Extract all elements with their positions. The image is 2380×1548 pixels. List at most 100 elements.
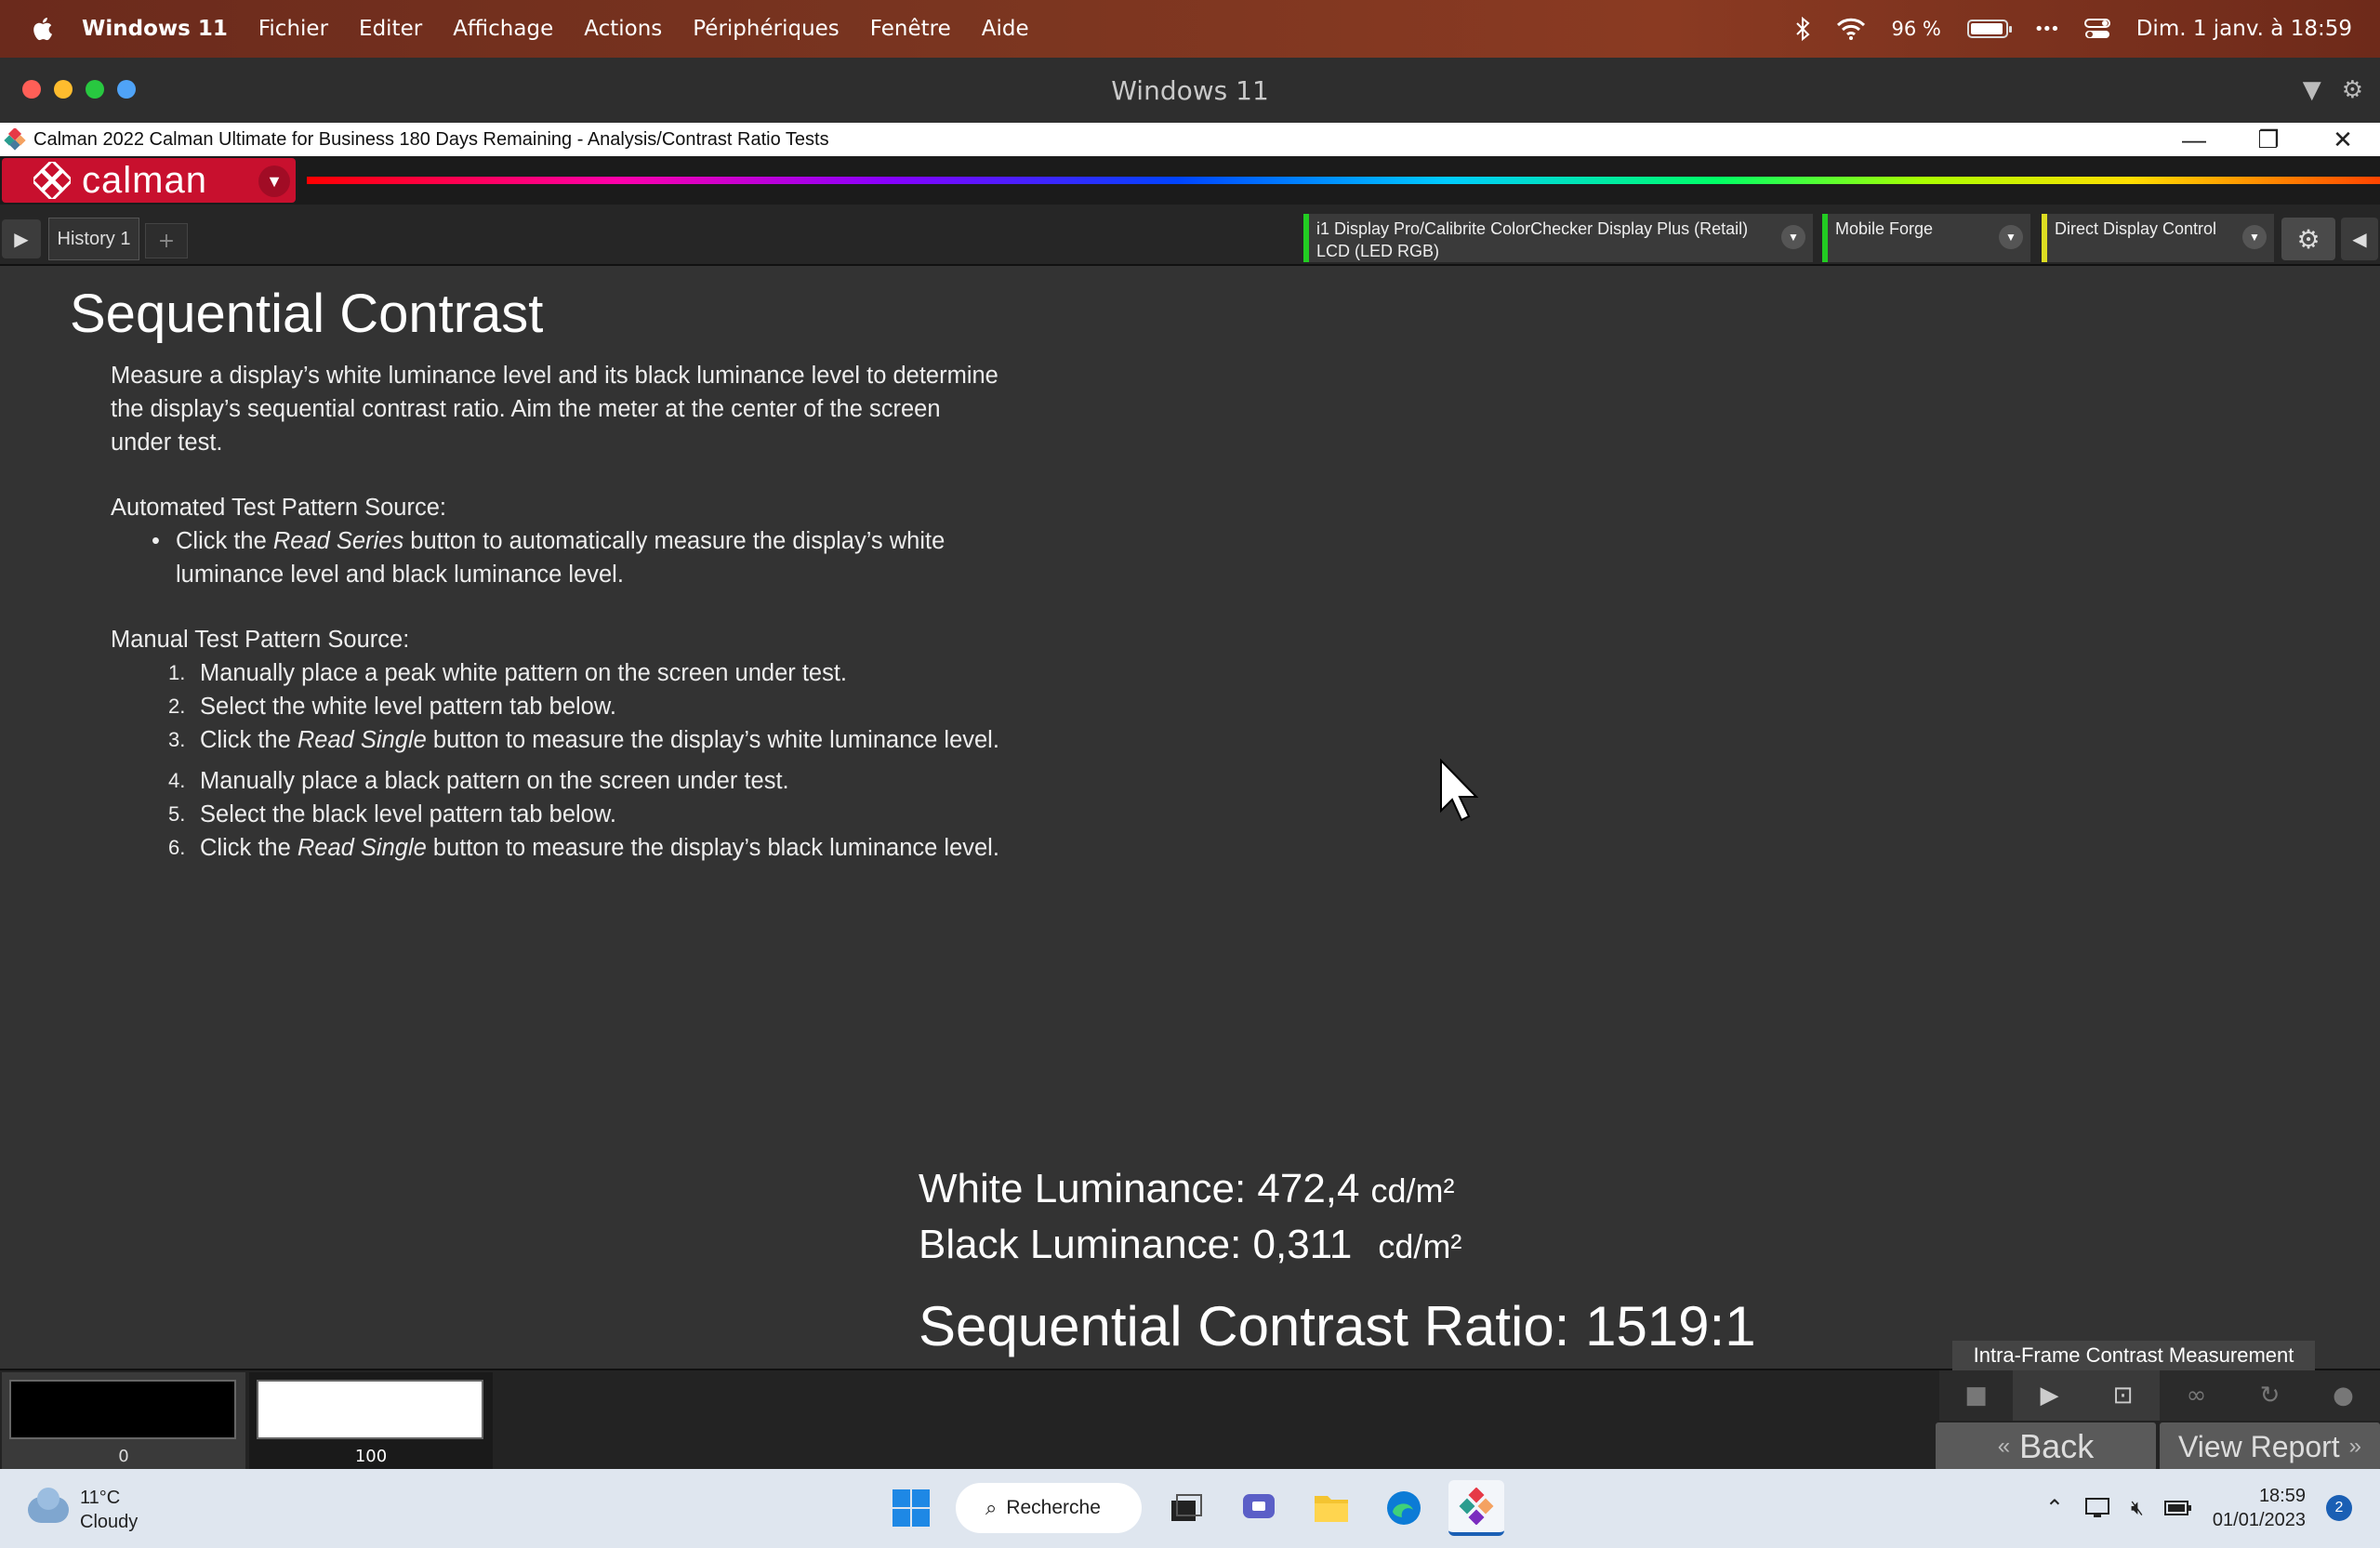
read-series-play-icon[interactable]: ▶	[2013, 1370, 2086, 1421]
folder-glyph	[1315, 1496, 1348, 1522]
menu-affichage[interactable]: Affichage	[453, 17, 553, 41]
clock-date: 01/01/2023	[2212, 1510, 2306, 1530]
chevron-down-icon[interactable]: ▼	[1999, 225, 2023, 249]
back-button[interactable]: « Back	[1936, 1422, 2156, 1471]
text-segment: button to measure the display’s white lu…	[426, 727, 999, 753]
menu-fichier[interactable]: Fichier	[258, 17, 328, 41]
restore-app-button[interactable]: ❐	[2231, 123, 2306, 156]
file-explorer-icon[interactable]	[1303, 1480, 1359, 1536]
task-view-icon[interactable]	[1158, 1480, 1214, 1536]
white-luminance-value: White Luminance: 472,4	[919, 1166, 1360, 1211]
page-title: Sequential Contrast	[70, 284, 544, 344]
more-icon[interactable]: •••	[2034, 20, 2060, 39]
text-segment: Click the	[200, 835, 298, 861]
measurement-controls: ■ ▶ ⊡ ∞ ↻ ●	[1939, 1370, 2380, 1421]
double-chevron-left-icon: «	[1997, 1434, 2011, 1459]
battery-icon[interactable]	[1966, 20, 2012, 38]
taskbar-clock[interactable]: 18:59 01/01/2023	[2213, 1484, 2306, 1532]
muted-speaker-icon[interactable]: 🔇︎	[2131, 1496, 2144, 1520]
start-button[interactable]	[883, 1480, 939, 1536]
swatch-label: 100	[354, 1447, 388, 1466]
macos-menubar: Windows 11 Fichier Editer Affichage Acti…	[0, 0, 2380, 58]
minimize-app-button[interactable]: —	[2157, 123, 2231, 156]
collapse-panel-button[interactable]: ◀	[2341, 218, 2378, 260]
taskbar-search[interactable]: ⌕ Recherche	[956, 1483, 1142, 1533]
display-control-selector[interactable]: Direct Display Control ▼	[2042, 214, 2274, 262]
read-single-icon[interactable]: ⊡	[2086, 1370, 2160, 1421]
fullscreen-window-button[interactable]	[117, 80, 136, 99]
network-icon[interactable]	[2084, 1497, 2110, 1519]
weather-temp: 11°C	[80, 1488, 121, 1508]
control-center-icon[interactable]	[2083, 18, 2110, 40]
wifi-icon[interactable]	[1836, 18, 1866, 40]
filter-dropdown-icon[interactable]: ▼	[2303, 76, 2321, 104]
text-segment: button to measure the display’s black lu…	[426, 835, 999, 861]
menu-app-name[interactable]: Windows 11	[82, 17, 228, 41]
edge-glyph	[1387, 1491, 1421, 1525]
continuous-read-icon[interactable]: ∞	[2160, 1370, 2233, 1421]
calman-logo-menu[interactable]: calman ▼	[2, 158, 296, 203]
chevron-down-icon[interactable]: ▼	[1781, 225, 1805, 249]
calman-logo-text: calman	[82, 159, 207, 201]
menu-actions[interactable]: Actions	[584, 17, 662, 41]
record-icon[interactable]: ●	[2307, 1370, 2380, 1421]
menu-peripheriques[interactable]: Périphériques	[693, 17, 840, 41]
close-window-button[interactable]	[22, 80, 41, 99]
list-item: 2. Select the white level pattern tab bel…	[168, 690, 1003, 723]
menu-editer[interactable]: Editer	[359, 17, 422, 41]
chevron-down-icon[interactable]: ▼	[2242, 225, 2267, 249]
battery-tray-icon[interactable]	[2163, 1500, 2192, 1516]
zoom-window-button[interactable]	[86, 80, 104, 99]
windows-logo-icon	[892, 1489, 930, 1527]
tab-history-1[interactable]: History 1	[48, 218, 139, 260]
search-label: Recherche	[1006, 1497, 1101, 1518]
pattern-tab-black[interactable]: 0	[2, 1372, 245, 1469]
settings-gear-icon[interactable]: ⚙	[2342, 76, 2363, 104]
refresh-icon[interactable]: ↻	[2233, 1370, 2307, 1421]
navigation-buttons: « Back View Report »	[1936, 1422, 2380, 1471]
calman-header: calman ▼	[0, 156, 2380, 205]
logo-dropdown-icon[interactable]: ▼	[258, 165, 290, 197]
weather-condition: Cloudy	[80, 1512, 139, 1532]
add-tab-button[interactable]: +	[145, 223, 188, 258]
chevron-up-icon[interactable]: ⌃	[2045, 1495, 2064, 1522]
list-item: 4. Manually place a black pattern on the …	[168, 764, 1003, 798]
step-number: 6.	[168, 836, 186, 859]
text-segment: Manually place a black pattern on the sc…	[200, 768, 789, 794]
text-segment: Click the	[200, 727, 298, 753]
pattern-tab-white[interactable]: 100	[249, 1372, 493, 1469]
edge-browser-icon[interactable]	[1376, 1480, 1432, 1536]
weather-widget[interactable]: 11°C Cloudy	[28, 1486, 138, 1534]
rainbow-bar	[307, 177, 2380, 184]
close-app-button[interactable]: ✕	[2306, 123, 2380, 156]
list-item: 3. Click the Read Single button to measur…	[168, 723, 1003, 757]
chat-glyph	[1243, 1494, 1275, 1518]
pattern-generator-selector[interactable]: Mobile Forge ▼	[1822, 214, 2030, 262]
black-luminance-value: Black Luminance: 0,311	[919, 1222, 1353, 1267]
instructions: Measure a display’s white luminance leve…	[111, 359, 1003, 865]
calman-taskbar-icon[interactable]	[1448, 1480, 1504, 1536]
calman-toolbar: ▶ History 1 + i1 Display Pro/Calibrite C…	[0, 205, 2380, 266]
view-report-button[interactable]: View Report »	[2160, 1422, 2380, 1471]
bluetooth-icon[interactable]	[1795, 17, 1810, 41]
apple-icon[interactable]	[30, 16, 54, 42]
intra-frame-contrast-link[interactable]: Intra-Frame Contrast Measurement	[1952, 1341, 2315, 1370]
menu-fenetre[interactable]: Fenêtre	[870, 17, 951, 41]
cloud-icon	[28, 1488, 69, 1523]
teams-chat-icon[interactable]	[1231, 1480, 1287, 1536]
notification-badge[interactable]: 2	[2326, 1495, 2352, 1521]
minimize-window-button[interactable]	[54, 80, 73, 99]
expand-panel-button[interactable]: ▶	[2, 219, 41, 258]
menu-aide[interactable]: Aide	[982, 17, 1029, 41]
step-number: 2.	[168, 695, 186, 718]
unit-label: cd/m²	[1370, 1171, 1455, 1210]
meter-selector[interactable]: i1 Display Pro/Calibrite ColorChecker Di…	[1303, 214, 1813, 262]
window-traffic-lights	[22, 80, 136, 99]
settings-gear-icon[interactable]: ⚙	[2281, 218, 2335, 260]
text-segment: Select the white level pattern tab below…	[200, 694, 616, 720]
back-label: Back	[2019, 1427, 2095, 1465]
menubar-datetime[interactable]: Dim. 1 janv. à 18:59	[2136, 17, 2352, 41]
auto-heading: Automated Test Pattern Source:	[111, 495, 446, 521]
contrast-ratio: Sequential Contrast Ratio: 1519:1	[919, 1295, 1756, 1357]
stop-icon[interactable]: ■	[1939, 1370, 2013, 1421]
